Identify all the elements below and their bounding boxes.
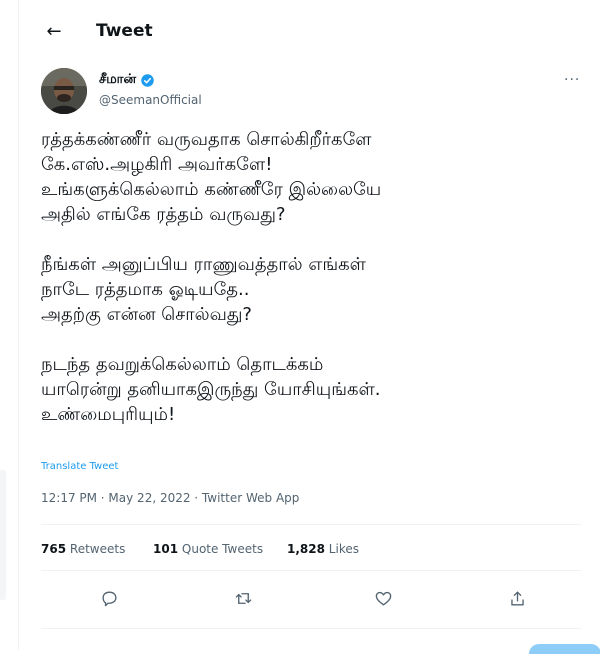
retweet-button[interactable] — [229, 584, 257, 612]
likes-count: 1,828 — [287, 542, 325, 556]
likes-stat[interactable]: 1,828 Likes — [287, 542, 359, 556]
quote-tweets-stat[interactable]: 101 Quote Tweets — [153, 542, 263, 556]
author-name-text: சீமான் — [99, 72, 137, 87]
reply-icon — [101, 590, 117, 606]
likes-label: Likes — [328, 542, 359, 556]
author-name[interactable]: சீமான் — [99, 72, 155, 88]
page-header: ← Tweet — [19, 0, 600, 62]
share-button[interactable] — [503, 584, 531, 612]
retweets-label: Retweets — [69, 542, 126, 556]
divider — [41, 570, 581, 571]
reply-button-edge[interactable] — [529, 644, 600, 654]
quotes-label: Quote Tweets — [181, 542, 264, 556]
divider — [41, 628, 581, 629]
tweet-timestamp[interactable]: 12:17 PM · May 22, 2022 · Twitter Web Ap… — [41, 491, 299, 505]
page-title: Tweet — [96, 21, 153, 41]
avatar[interactable] — [41, 68, 87, 114]
translate-tweet-link[interactable]: Translate Tweet — [41, 461, 118, 472]
divider — [41, 524, 581, 525]
scroll-edge — [0, 470, 6, 600]
like-button[interactable] — [369, 584, 397, 612]
retweets-stat[interactable]: 765 Retweets — [41, 542, 125, 556]
share-icon — [510, 590, 524, 606]
heart-icon — [375, 591, 391, 606]
arrow-left-icon: ← — [46, 20, 62, 42]
tweet-column: ← Tweet சீமான் @SeemanOfficial ··· ரத்தக… — [18, 0, 600, 654]
avatar-image — [41, 68, 87, 114]
tweet-text: ரத்தக்கண்ணீர் வருவதாக சொல்கிறீர்களே கே.எ… — [41, 129, 382, 425]
quotes-count: 101 — [153, 542, 179, 556]
tweet-page: ← Tweet சீமான் @SeemanOfficial ··· ரத்தக… — [0, 0, 600, 654]
more-horizontal-icon[interactable]: ··· — [564, 72, 580, 88]
author-handle[interactable]: @SeemanOfficial — [99, 93, 202, 107]
back-button[interactable]: ← — [41, 18, 67, 44]
verified-badge-icon — [141, 73, 154, 87]
retweets-count: 765 — [41, 542, 67, 556]
reply-button[interactable] — [95, 584, 123, 612]
retweet-icon — [235, 592, 251, 604]
